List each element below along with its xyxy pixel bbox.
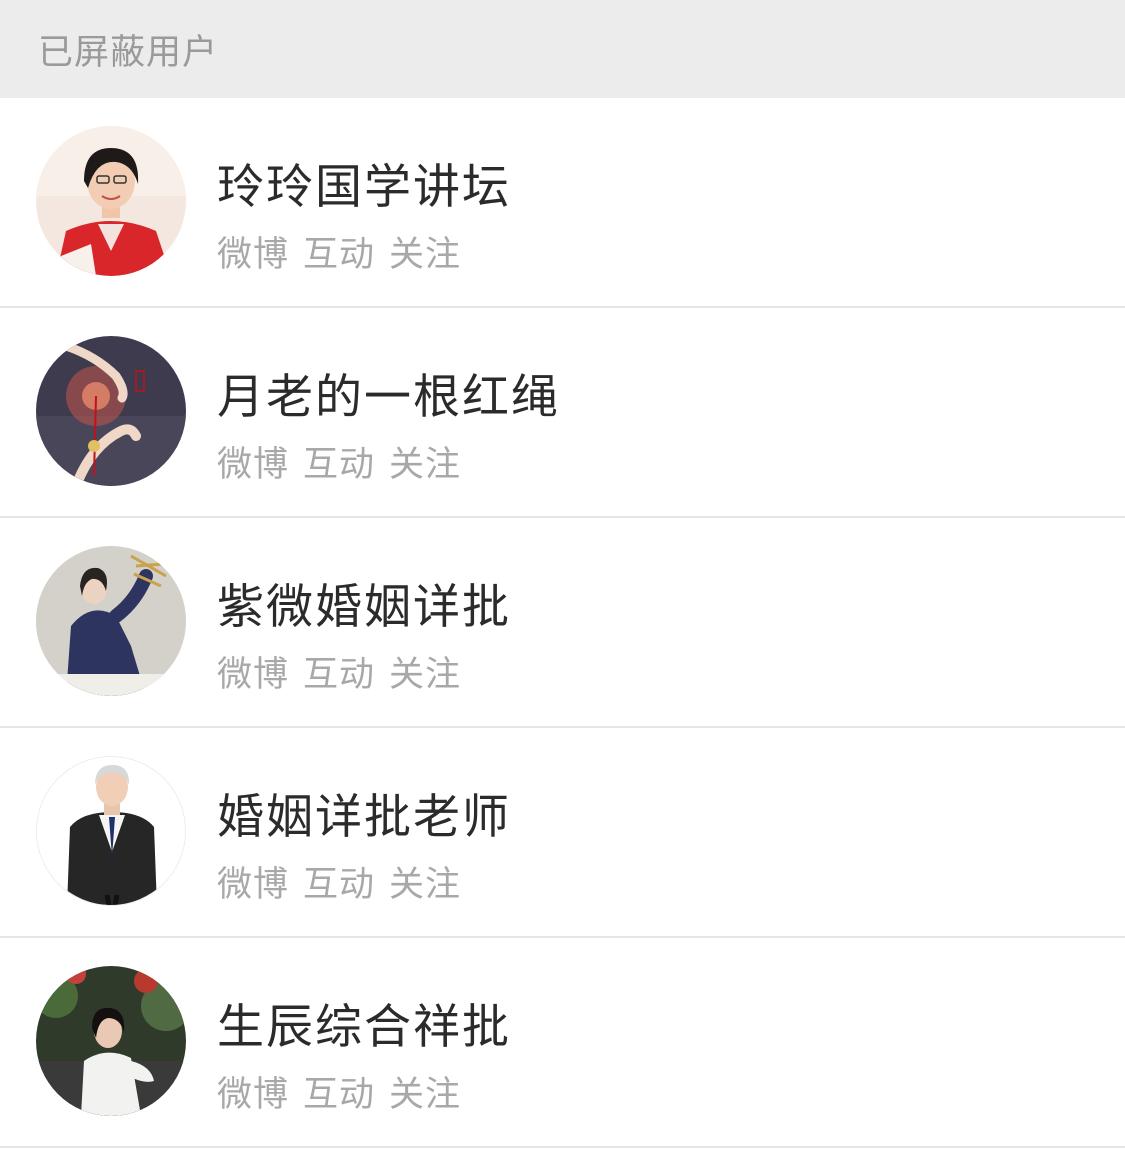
- user-name: 生辰综合祥批: [217, 1000, 511, 1055]
- user-name: 月老的一根红绳: [217, 370, 560, 425]
- user-row[interactable]: 紫微婚姻详批 微博 互动 关注: [0, 518, 1125, 728]
- user-actions: 微博 互动 关注: [217, 856, 461, 907]
- weibo-link[interactable]: 微博: [217, 856, 289, 907]
- user-actions: 微博 互动 关注: [217, 436, 461, 487]
- user-actions: 微博 互动 关注: [217, 646, 461, 697]
- user-actions: 微博 互动 关注: [217, 1066, 461, 1117]
- user-row[interactable]: 婚姻详批老师 微博 互动 关注: [0, 728, 1125, 938]
- blocked-users-header: 已屏蔽用户: [0, 0, 1125, 98]
- woman-red-blazer-avatar[interactable]: [36, 126, 186, 276]
- user-name: 玲玲国学讲坛: [217, 160, 511, 215]
- woman-navy-robe-avatar[interactable]: [36, 546, 186, 696]
- weibo-link[interactable]: 微博: [217, 1066, 289, 1117]
- interact-link[interactable]: 互动: [303, 646, 375, 697]
- follow-link[interactable]: 关注: [389, 646, 461, 697]
- man-dark-suit-avatar[interactable]: [36, 756, 186, 906]
- follow-link[interactable]: 关注: [389, 1066, 461, 1117]
- user-name: 婚姻详批老师: [217, 790, 511, 845]
- weibo-link[interactable]: 微博: [217, 646, 289, 697]
- blocked-users-list: 玲玲国学讲坛 微博 互动 关注 月老的一根红绳 微博 互动 关注 紫微婚姻详批 …: [0, 98, 1125, 1148]
- user-row[interactable]: 玲玲国学讲坛 微博 互动 关注: [0, 98, 1125, 308]
- follow-link[interactable]: 关注: [389, 226, 461, 277]
- weibo-link[interactable]: 微博: [217, 226, 289, 277]
- user-row[interactable]: 月老的一根红绳 微博 互动 关注: [0, 308, 1125, 518]
- interact-link[interactable]: 互动: [303, 226, 375, 277]
- woman-white-dress-avatar[interactable]: [36, 966, 186, 1116]
- weibo-link[interactable]: 微博: [217, 436, 289, 487]
- interact-link[interactable]: 互动: [303, 856, 375, 907]
- interact-link[interactable]: 互动: [303, 436, 375, 487]
- user-actions: 微博 互动 关注: [217, 226, 461, 277]
- page-title: 已屏蔽用户: [38, 32, 219, 73]
- user-name: 紫微婚姻详批: [217, 580, 511, 635]
- red-string-hands-avatar[interactable]: [36, 336, 186, 486]
- interact-link[interactable]: 互动: [303, 1066, 375, 1117]
- follow-link[interactable]: 关注: [389, 436, 461, 487]
- follow-link[interactable]: 关注: [389, 856, 461, 907]
- user-row[interactable]: 生辰综合祥批 微博 互动 关注: [0, 938, 1125, 1148]
